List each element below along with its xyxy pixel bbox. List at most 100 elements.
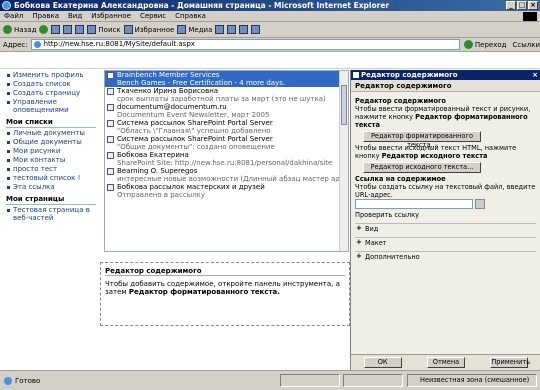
section-layout[interactable]: Макет — [355, 237, 536, 247]
test-link[interactable]: Проверить ссылку — [355, 211, 536, 219]
media-button[interactable]: Медиа — [177, 25, 212, 34]
menu-edit[interactable]: Правка — [32, 12, 59, 20]
list-item[interactable]: Ткаченко Ирина Борисовна срок выплаты зар… — [105, 87, 348, 103]
menu-help[interactable]: Справка — [175, 12, 206, 20]
item-sender: Ткаченко Ирина Борисовна — [117, 87, 219, 95]
page-status-icon — [4, 376, 12, 385]
webpart-title: Редактор содержимого — [105, 267, 345, 276]
nav-list-item[interactable]: тестовый список ! — [6, 174, 96, 182]
apply-button[interactable]: Применить — [490, 357, 530, 368]
star-icon — [123, 25, 133, 34]
list-item[interactable]: Система рассылок SharePoint Portal Serve… — [105, 119, 348, 135]
stop-button[interactable] — [51, 25, 61, 34]
tool-pane-subtitle[interactable]: Редактор содержимого — [351, 80, 540, 92]
nav-list-item[interactable]: Эта ссылка — [6, 183, 96, 191]
status-text: Готово — [15, 376, 41, 385]
webpart-text: Чтобы добавить содержимое, откройте пане… — [105, 280, 345, 296]
edit-button[interactable] — [251, 25, 261, 34]
stop-icon — [51, 25, 61, 34]
nav-manage-alerts[interactable]: Управление оповещениями — [6, 98, 96, 114]
list-scrollbar[interactable] — [339, 71, 348, 251]
media-label: Медиа — [188, 25, 213, 34]
tool-pane-header: Редактор содержимого × — [351, 70, 540, 80]
item-subject: SharePoint Site: http://new.hse.ru:8081/… — [117, 159, 333, 167]
refresh-icon — [63, 25, 73, 34]
list-item[interactable]: Бобкова Екатерина SharePoint Site: http:/… — [105, 151, 348, 167]
browse-button[interactable] — [475, 199, 485, 209]
item-subject: "Область \"Главная\" успешно добавлено — [117, 127, 271, 135]
my-pages-heading: Мои страницы — [6, 195, 96, 205]
my-lists-heading: Мои списки — [6, 118, 96, 128]
nav-list-item[interactable]: Мои контакты — [6, 156, 96, 164]
section-advanced[interactable]: Дополнительно — [355, 251, 536, 261]
go-label: Переход — [474, 40, 507, 49]
home-icon — [75, 25, 85, 34]
nav-edit-profile[interactable]: Изменить профиль — [6, 71, 96, 79]
media-icon — [177, 25, 187, 34]
item-sender: documentum@documentum.ru — [117, 103, 227, 111]
nav-create-list[interactable]: Создать список — [6, 80, 96, 88]
page-header — [0, 52, 540, 69]
list-item[interactable]: documentum@documentum.ru Documentum Event… — [105, 103, 348, 119]
address-input[interactable]: http://new.hse.ru:8081/MySite/default.as… — [30, 39, 460, 50]
ok-button[interactable]: ОК — [363, 357, 402, 368]
forward-button[interactable] — [39, 25, 49, 34]
go-arrow-icon — [463, 40, 473, 49]
minimize-button[interactable]: _ — [506, 1, 516, 10]
back-label: Назад — [14, 25, 37, 34]
nav-list-item[interactable]: Мои рисунки — [6, 147, 96, 155]
mail-feed-list: Brainbench Member Services Bench Games - … — [104, 70, 349, 252]
menu-favorites[interactable]: Избранное — [91, 12, 131, 20]
content-link-row — [355, 199, 536, 209]
list-item[interactable]: Bearning O. Superegos интересные новые во… — [105, 167, 348, 183]
item-subject: срок выплаты заработной платы за март (э… — [117, 95, 326, 103]
item-sender: Бобкова Екатерина — [117, 151, 189, 159]
list-item[interactable]: Brainbench Member Services Bench Games - … — [105, 71, 348, 87]
menu-view[interactable]: Вид — [68, 12, 82, 20]
search-button[interactable]: Поиск — [87, 25, 121, 34]
forward-arrow-icon — [39, 25, 49, 34]
rich-text-hint: Чтобы ввести форматированный текст и рис… — [355, 105, 536, 129]
home-button[interactable] — [75, 25, 85, 34]
menu-file[interactable]: Файл — [4, 12, 23, 20]
nav-create-page[interactable]: Создать страницу — [6, 89, 96, 97]
maximize-button[interactable]: □ — [517, 1, 527, 10]
menu-tools[interactable]: Сервис — [140, 12, 166, 20]
mail-icon — [107, 104, 114, 111]
list-item[interactable]: Система рассылок SharePoint Portal Serve… — [105, 135, 348, 151]
content-editor-webpart[interactable]: Редактор содержимого Чтобы добавить соде… — [100, 262, 350, 326]
window-title: Бобкова Екатерина Александровна - Домашн… — [14, 1, 390, 10]
favorites-label: Избранное — [134, 25, 175, 34]
rich-text-editor-button[interactable]: Редактор форматированного текста... — [363, 131, 481, 149]
left-navigation: Изменить профиль Создать список Создать … — [6, 70, 96, 370]
list-item[interactable]: Бобкова рассылок мастерских и друзей Отпр… — [105, 183, 348, 199]
mail-icon — [227, 25, 237, 34]
refresh-button[interactable] — [63, 25, 73, 34]
favorites-button[interactable]: Избранное — [123, 25, 175, 34]
security-zone: Неизвестная зона (смешанное) — [407, 374, 537, 387]
nav-list-item[interactable]: Общие документы — [6, 138, 96, 146]
back-arrow-icon — [3, 25, 12, 34]
address-bar: Адрес: http://new.hse.ru:8081/MySite/def… — [0, 38, 540, 52]
item-sender: Система рассылок SharePoint Portal Serve… — [117, 119, 273, 127]
nav-list-item[interactable]: Личные документы — [6, 129, 96, 137]
content-link-input[interactable] — [355, 199, 473, 209]
links-button[interactable]: Ссылки — [512, 41, 540, 49]
nav-page-item[interactable]: Тестовая страница в веб-частей — [6, 206, 96, 222]
tool-pane-footer: ОК Отмена Применить — [351, 354, 540, 370]
section-view[interactable]: Вид — [355, 223, 536, 233]
history-button[interactable] — [215, 25, 225, 34]
nav-list-item[interactable]: просто тест — [6, 165, 96, 173]
close-button[interactable]: × — [528, 1, 538, 10]
cancel-button[interactable]: Отмена — [426, 357, 465, 368]
source-hint-bold: Редактор исходного текста — [381, 152, 488, 160]
back-button[interactable]: Назад — [3, 25, 36, 34]
content-link-hint: Чтобы создать ссылку на текстовый файл, … — [355, 183, 536, 199]
print-button[interactable] — [239, 25, 249, 34]
close-icon[interactable]: × — [532, 70, 538, 80]
scrollbar-thumb[interactable] — [341, 85, 347, 125]
status-segment — [343, 374, 403, 387]
mail-button[interactable] — [227, 25, 237, 34]
source-editor-button[interactable]: Редактор исходного текста... — [363, 162, 481, 173]
go-button[interactable]: Переход — [463, 40, 507, 49]
